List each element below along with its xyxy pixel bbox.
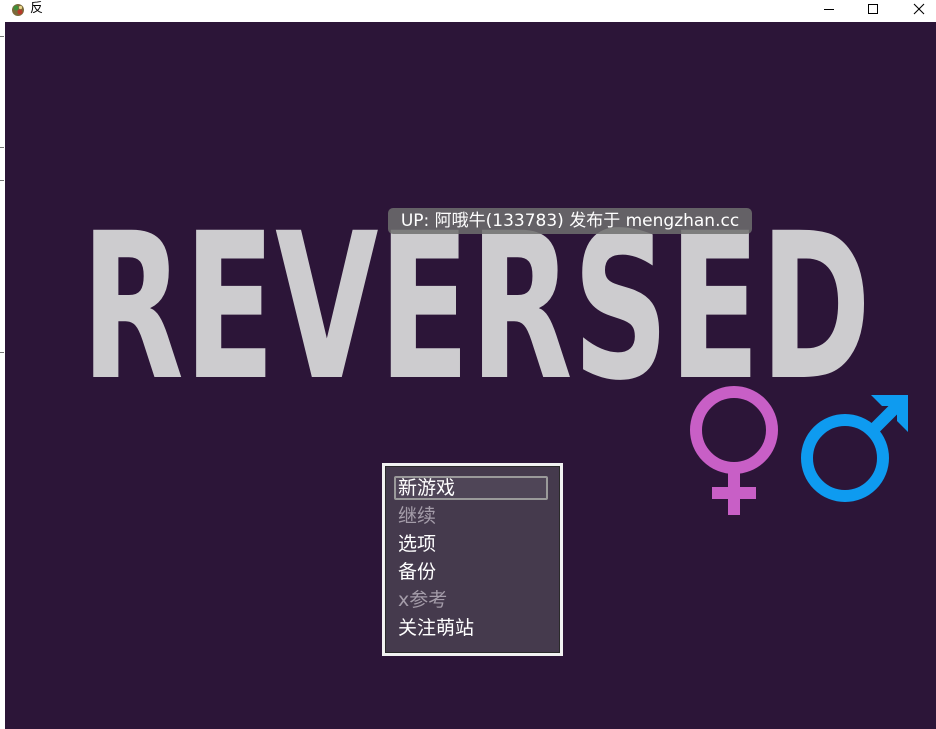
title-menu: 新游戏 继续 选项 备份 x参考 关注萌站 [382,463,563,656]
game-window: 反 REVERSED UP: 阿哦牛(133783) 发布于 mengzhan.… [0,0,936,729]
menu-item-backup[interactable]: 备份 [398,559,436,586]
menu-item-continue[interactable]: 继续 [398,503,436,530]
game-app-icon [11,2,25,16]
male-symbol-icon [801,395,908,502]
title-bar[interactable]: 反 [0,0,936,22]
minimize-button[interactable] [806,0,852,18]
close-button[interactable] [896,0,936,18]
menu-item-reference[interactable]: x参考 [398,587,447,614]
menu-item-follow[interactable]: 关注萌站 [398,615,474,642]
maximize-button[interactable] [850,0,896,18]
female-symbol-icon [690,386,778,515]
maximize-icon [868,4,878,14]
close-icon [913,3,925,15]
minimize-icon [824,9,834,10]
game-canvas[interactable]: REVERSED UP: 阿哦牛(133783) 发布于 mengzhan.cc… [5,22,936,729]
menu-item-new-game[interactable]: 新游戏 [398,475,455,502]
menu-item-options[interactable]: 选项 [398,531,436,558]
window-title: 反 [30,1,44,16]
